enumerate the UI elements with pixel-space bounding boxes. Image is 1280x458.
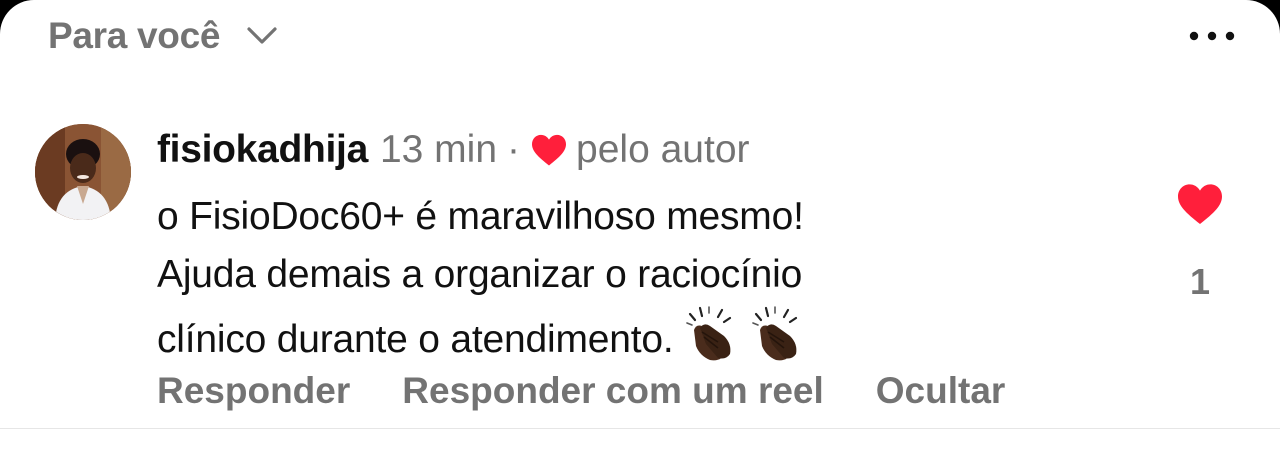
username[interactable]: fisiokadhija xyxy=(157,128,368,172)
liked-by-author-label: pelo autor xyxy=(576,128,750,171)
heart-icon xyxy=(530,133,568,167)
comment: fisiokadhija 13 min · pelo autor o Fisio… xyxy=(157,124,1137,379)
sort-selector[interactable]: Para você xyxy=(48,12,280,60)
separator: · xyxy=(507,128,521,171)
reply-with-reel-button[interactable]: Responder com um reel xyxy=(402,370,824,412)
comment-actions: Responder Responder com um reel Ocultar xyxy=(157,370,1005,412)
comments-sheet: Para você fisiokadhija 13 min · pelo aut… xyxy=(0,0,1280,458)
comment-text: o FisioDoc60+ é maravilhoso mesmo! Ajuda… xyxy=(157,188,1137,379)
clapping-hands-icon xyxy=(748,304,806,379)
clapping-hands-icon xyxy=(682,304,740,379)
comment-meta: fisiokadhija 13 min · pelo autor xyxy=(157,124,1137,176)
avatar[interactable] xyxy=(35,124,131,220)
comment-line: o FisioDoc60+ é maravilhoso mesmo! xyxy=(157,195,804,238)
chevron-down-icon xyxy=(244,18,280,54)
divider xyxy=(0,428,1280,429)
like-count: 1 xyxy=(1189,261,1211,302)
timestamp: 13 min xyxy=(379,128,498,171)
comment-line-with-emoji: clínico durante o atendimento. xyxy=(157,304,1137,379)
heart-icon[interactable] xyxy=(1175,182,1225,231)
comment-line: Ajuda demais a organizar o raciocínio xyxy=(157,253,803,296)
comment-like: 1 xyxy=(1172,182,1228,303)
sort-label: Para você xyxy=(48,15,221,56)
reply-button[interactable]: Responder xyxy=(157,370,350,412)
more-options-icon[interactable] xyxy=(1182,18,1242,54)
hide-button[interactable]: Ocultar xyxy=(876,370,1006,412)
comment-line: clínico durante o atendimento. xyxy=(157,318,674,361)
